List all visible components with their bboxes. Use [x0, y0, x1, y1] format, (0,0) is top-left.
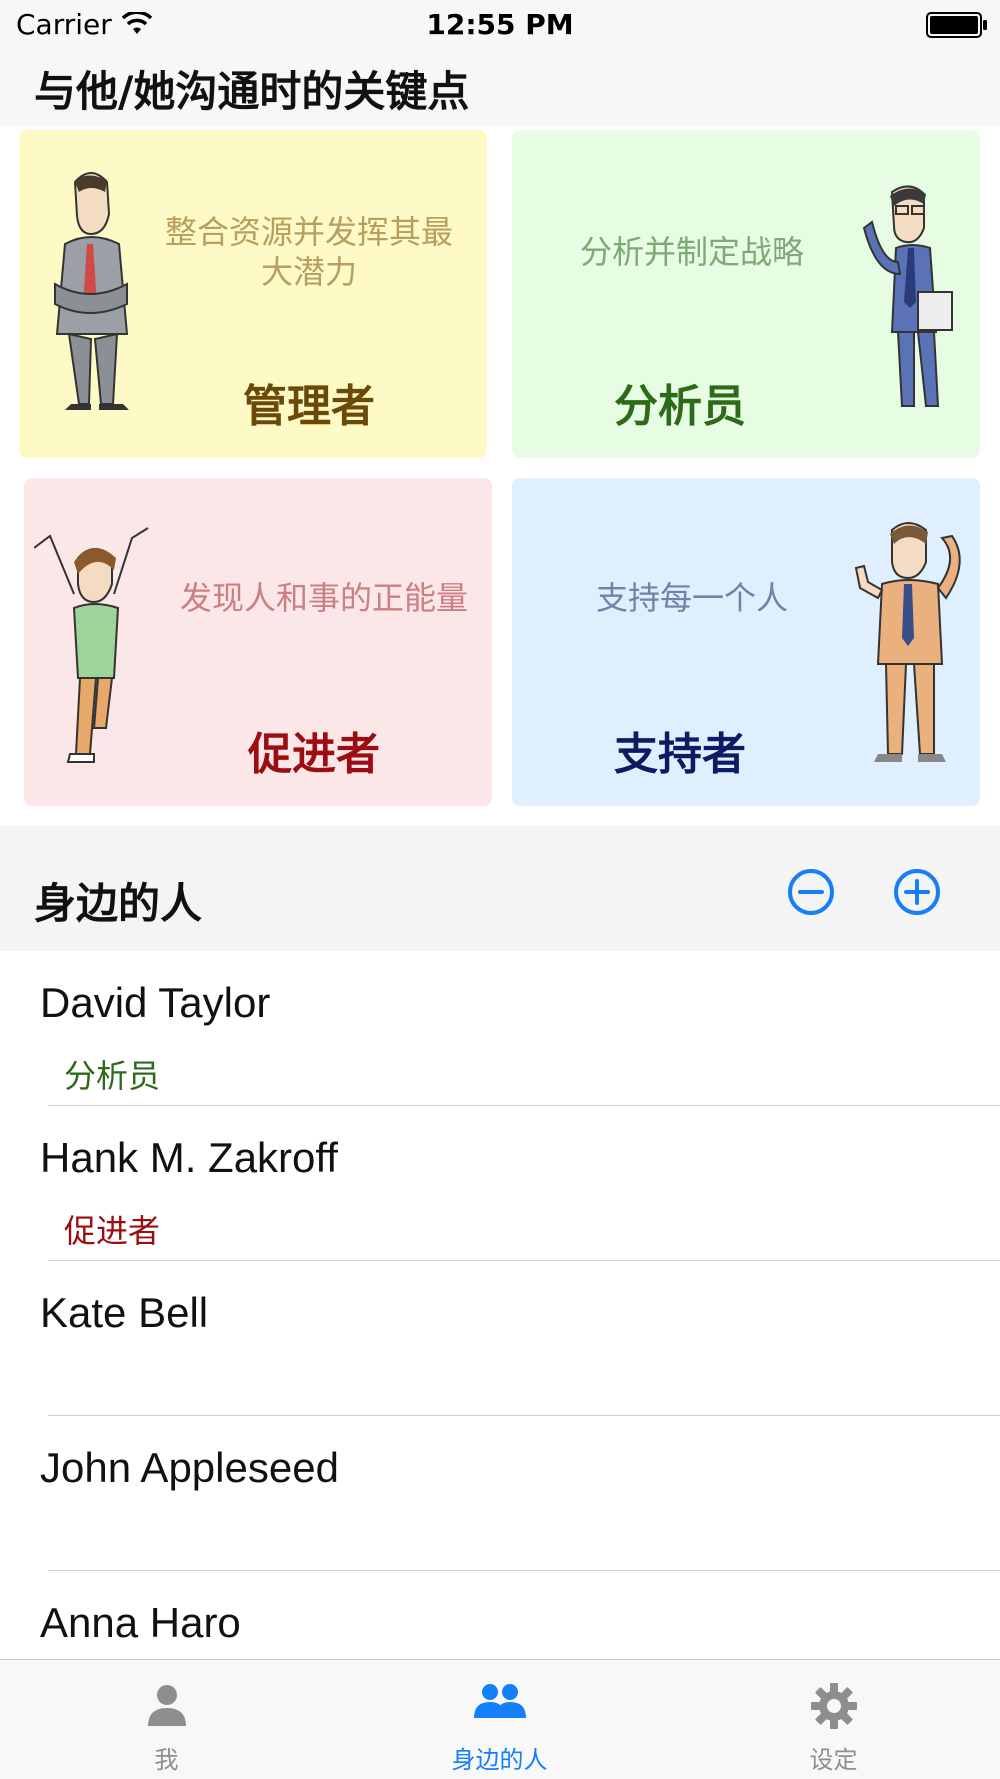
analyst-illustration [862, 185, 953, 407]
contact-name: John Appleseed [40, 1444, 339, 1491]
contact-name: David Taylor [40, 979, 271, 1026]
page-title: 与他/她沟通时的关键点 [34, 67, 470, 116]
promoter-illustration [34, 527, 149, 763]
card-supporter-title: 支持者 [614, 729, 746, 780]
add-person-button[interactable] [893, 868, 941, 916]
contact-name: Hank M. Zakroff [40, 1134, 338, 1181]
tab-people[interactable]: 身边的人 [333, 1660, 666, 1779]
section-header: 身边的人 [0, 826, 1000, 951]
tab-bar: 我 身边的人 设定 [0, 1659, 1000, 1779]
card-supporter-description: 支持每一个人 [595, 579, 788, 617]
card-promoter-title: 促进者 [248, 729, 380, 780]
card-manager-description: 整合资源并发挥其最大潜力 [164, 213, 453, 291]
contact-role: 分析员 [64, 1057, 161, 1095]
status-time: 12:55 PM [426, 8, 574, 41]
person-icon [147, 1685, 186, 1726]
battery-icon [926, 12, 987, 38]
contact-row[interactable]: Kate Bell [0, 1261, 1000, 1416]
tab-people-label: 身边的人 [451, 1746, 548, 1774]
contact-name: Anna Haro [40, 1599, 241, 1646]
manager-illustration [54, 172, 129, 410]
contact-name: Kate Bell [40, 1289, 209, 1336]
card-analyst-title: 分析员 [614, 381, 746, 432]
tab-me[interactable]: 我 [0, 1660, 333, 1779]
card-analyst-description: 分析并制定战略 [579, 233, 804, 271]
card-promoter-description: 发现人和事的正能量 [179, 579, 468, 617]
tab-me-label: 我 [154, 1746, 179, 1774]
status-bar: Carrier 12:55 PM [0, 0, 1000, 50]
supporter-illustration [854, 522, 961, 762]
gear-icon [810, 1683, 857, 1729]
nav-header: 与他/她沟通时的关键点 [0, 50, 1000, 126]
card-manager-title: 管理者 [243, 381, 375, 432]
card-promoter[interactable]: 发现人和事的正能量 促进者 [24, 478, 492, 806]
tab-settings-label: 设定 [809, 1746, 858, 1774]
contact-row[interactable]: David Taylor 分析员 [0, 951, 1000, 1106]
remove-person-button[interactable] [787, 868, 835, 916]
contact-row[interactable]: John Appleseed [0, 1416, 1000, 1571]
card-supporter[interactable]: 支持每一个人 支持者 [512, 478, 980, 806]
contact-row[interactable]: Hank M. Zakroff 促进者 [0, 1106, 1000, 1261]
contact-role: 促进者 [64, 1212, 161, 1250]
contacts-list[interactable]: David Taylor 分析员 Hank M. Zakroff 促进者 Kat… [0, 951, 1000, 1659]
card-manager[interactable]: 整合资源并发挥其最大潜力 管理者 [19, 130, 487, 458]
section-title: 身边的人 [34, 879, 203, 928]
contact-row[interactable]: Anna Haro [0, 1571, 1000, 1659]
card-analyst[interactable]: 分析并制定战略 分析员 [512, 130, 980, 458]
people-icon [473, 1684, 526, 1718]
tab-settings[interactable]: 设定 [667, 1660, 1000, 1779]
